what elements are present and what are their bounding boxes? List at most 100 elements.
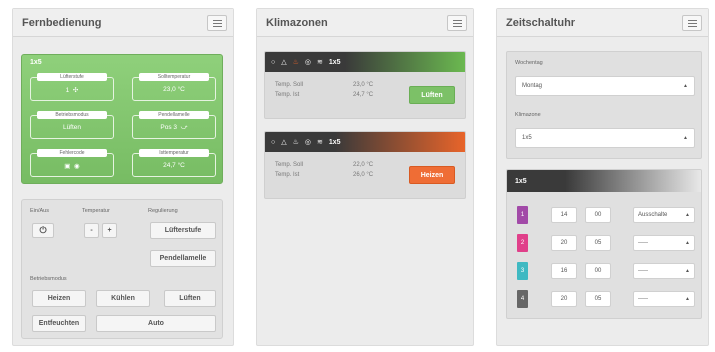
- remote-panel: Fernbedienung 1x5 Lüfterstufe 1 ✣ Sollte…: [12, 8, 234, 346]
- fan-icon: ≋: [317, 139, 323, 146]
- mode-value: Lüften: [62, 124, 82, 131]
- error-code-cell: Fehlercode ▣ ◉: [30, 149, 114, 177]
- caret-icon: ▲: [685, 240, 690, 246]
- temp-minus-button[interactable]: -: [84, 223, 99, 238]
- zone-label: Klimazone: [515, 112, 541, 118]
- dry-button[interactable]: Entfeuchten: [32, 315, 86, 332]
- weekday-select[interactable]: Montag ▲: [515, 76, 695, 96]
- power-button[interactable]: ⏻: [32, 223, 54, 238]
- zone-target-label: Temp. Soll: [275, 82, 304, 88]
- flame-icon: ♨: [292, 139, 299, 146]
- fan-icon: ≋: [317, 59, 323, 66]
- power-icon: ○: [271, 138, 276, 146]
- auto-button[interactable]: Auto: [96, 315, 216, 332]
- action-value: -----: [638, 268, 648, 274]
- minute-input[interactable]: 05: [585, 291, 611, 307]
- warning-icon: △: [281, 59, 287, 66]
- fan-level-cell: Lüfterstufe 1 ✣: [30, 73, 114, 101]
- minute-input[interactable]: 00: [585, 207, 611, 223]
- zone-actual-label: Temp. Ist: [275, 172, 300, 178]
- swing-icon: ⤻: [180, 124, 188, 131]
- swing-caption: Pendellamelle: [139, 111, 209, 119]
- target-temp-caption: Solltemperatur: [139, 73, 209, 81]
- regulation-label: Regulierung: [148, 208, 178, 214]
- zone-name: 1x5: [328, 138, 341, 146]
- hour-input[interactable]: 20: [551, 235, 577, 251]
- row-number: 1: [517, 206, 528, 224]
- fan-level-caption: Lüfterstufe: [37, 73, 107, 81]
- row-number: 4: [517, 290, 528, 308]
- fan-level-button[interactable]: Lüfterstufe: [150, 222, 216, 239]
- action-select[interactable]: ----- ▲: [633, 235, 695, 251]
- flame-icon: ♨: [292, 59, 299, 66]
- timer-header: Zeitschaltuhr: [497, 9, 708, 37]
- zone-target-label: Temp. Soll: [275, 162, 304, 168]
- action-select[interactable]: Ausschalte ▲: [633, 207, 695, 223]
- remote-status-box: 1x5 Lüfterstufe 1 ✣ Solltemperatur 23,0 …: [21, 54, 223, 184]
- target-temp-value: 23,0 °C: [163, 86, 185, 93]
- weekday-label: Wochentag: [515, 60, 543, 66]
- action-select[interactable]: ----- ▲: [633, 263, 695, 279]
- eye-icon: ◉: [74, 163, 80, 170]
- minute-input[interactable]: 05: [585, 235, 611, 251]
- caret-icon: ▲: [685, 268, 690, 274]
- climate-title: Klimazonen: [266, 16, 328, 29]
- hour-input[interactable]: 14: [551, 207, 577, 223]
- hamburger-menu-icon[interactable]: [207, 14, 227, 31]
- action-select[interactable]: ----- ▲: [633, 291, 695, 307]
- timer-table-title: 1x5: [515, 177, 527, 185]
- vent-button[interactable]: Lüften: [164, 290, 216, 307]
- cool-button[interactable]: Kühlen: [96, 290, 150, 307]
- timer-icon: ◎: [304, 59, 312, 66]
- actual-temp-caption: Isttemperatur: [139, 149, 209, 157]
- actual-temp-value: 24,7 °C: [163, 162, 185, 169]
- zone-actual-value: 24,7 °C: [353, 92, 374, 98]
- swing-button[interactable]: Pendellamelle: [150, 250, 216, 267]
- hamburger-menu-icon[interactable]: [447, 14, 467, 31]
- zone-card[interactable]: ○ △ ♨ ◎ ≋ 1x5 Temp. Soll 22,0 °C Temp. I…: [264, 131, 466, 199]
- zone-actual-label: Temp. Ist: [275, 92, 300, 98]
- caret-icon: ▲: [685, 296, 690, 302]
- timer-title: Zeitschaltuhr: [506, 16, 576, 29]
- timer-table-header: 1x5: [507, 170, 701, 192]
- mode-cell: Betriebsmodus Lüften: [30, 111, 114, 139]
- mode-caption: Betriebsmodus: [37, 111, 107, 119]
- actual-temp-cell: Isttemperatur 24,7 °C: [132, 149, 216, 177]
- power-icon: ○: [271, 58, 276, 66]
- hamburger-menu-icon[interactable]: [682, 14, 702, 31]
- zone-mode-badge[interactable]: Heizen: [409, 166, 455, 184]
- warning-icon: △: [281, 139, 287, 146]
- swing-value: Pos 3: [160, 124, 178, 131]
- caret-icon: ▲: [685, 212, 690, 218]
- hour-input[interactable]: 20: [551, 291, 577, 307]
- fan-icon: ✣: [72, 87, 79, 94]
- zone-target-value: 23,0 °C: [353, 82, 374, 88]
- minute-input[interactable]: 00: [585, 263, 611, 279]
- hour-input[interactable]: 16: [551, 263, 577, 279]
- remote-header: Fernbedienung: [13, 9, 233, 37]
- timer-icon: ◎: [304, 139, 312, 146]
- temp-plus-button[interactable]: +: [102, 223, 117, 238]
- zone-select[interactable]: 1x5 ▲: [515, 128, 695, 148]
- remote-zone-label: 1x5: [30, 59, 42, 66]
- timer-table-box: 1x5 1 14 00 Ausschalte ▲ 2 20 05 ----- ▲…: [506, 169, 702, 319]
- action-value: -----: [638, 240, 648, 246]
- weekday-value: Montag: [522, 83, 543, 89]
- zone-card[interactable]: ○ △ ♨ ◎ ≋ 1x5 Temp. Soll 23,0 °C Temp. I…: [264, 51, 466, 119]
- heat-button[interactable]: Heizen: [32, 290, 86, 307]
- zone-mode-badge[interactable]: Lüften: [409, 86, 455, 104]
- caret-icon: ▲: [683, 135, 688, 141]
- timer-panel: Zeitschaltuhr Wochentag Montag ▲ Klimazo…: [496, 8, 709, 346]
- zone-target-value: 22,0 °C: [353, 162, 374, 168]
- target-temp-cell: Solltemperatur 23,0 °C: [132, 73, 216, 101]
- power-label: Ein/Aus: [30, 208, 49, 214]
- zone-name: 1x5: [328, 58, 341, 66]
- row-number: 2: [517, 234, 528, 252]
- remote-controls-box: Ein/Aus Temperatur Regulierung ⏻ - + Lüf…: [21, 199, 223, 339]
- modes-label: Betriebsmodus: [30, 276, 67, 282]
- remote-title: Fernbedienung: [22, 16, 102, 29]
- action-value: -----: [638, 296, 648, 302]
- zone-value: 1x5: [522, 135, 532, 141]
- zone-actual-value: 26,0 °C: [353, 172, 374, 178]
- action-value: Ausschalte: [638, 212, 668, 218]
